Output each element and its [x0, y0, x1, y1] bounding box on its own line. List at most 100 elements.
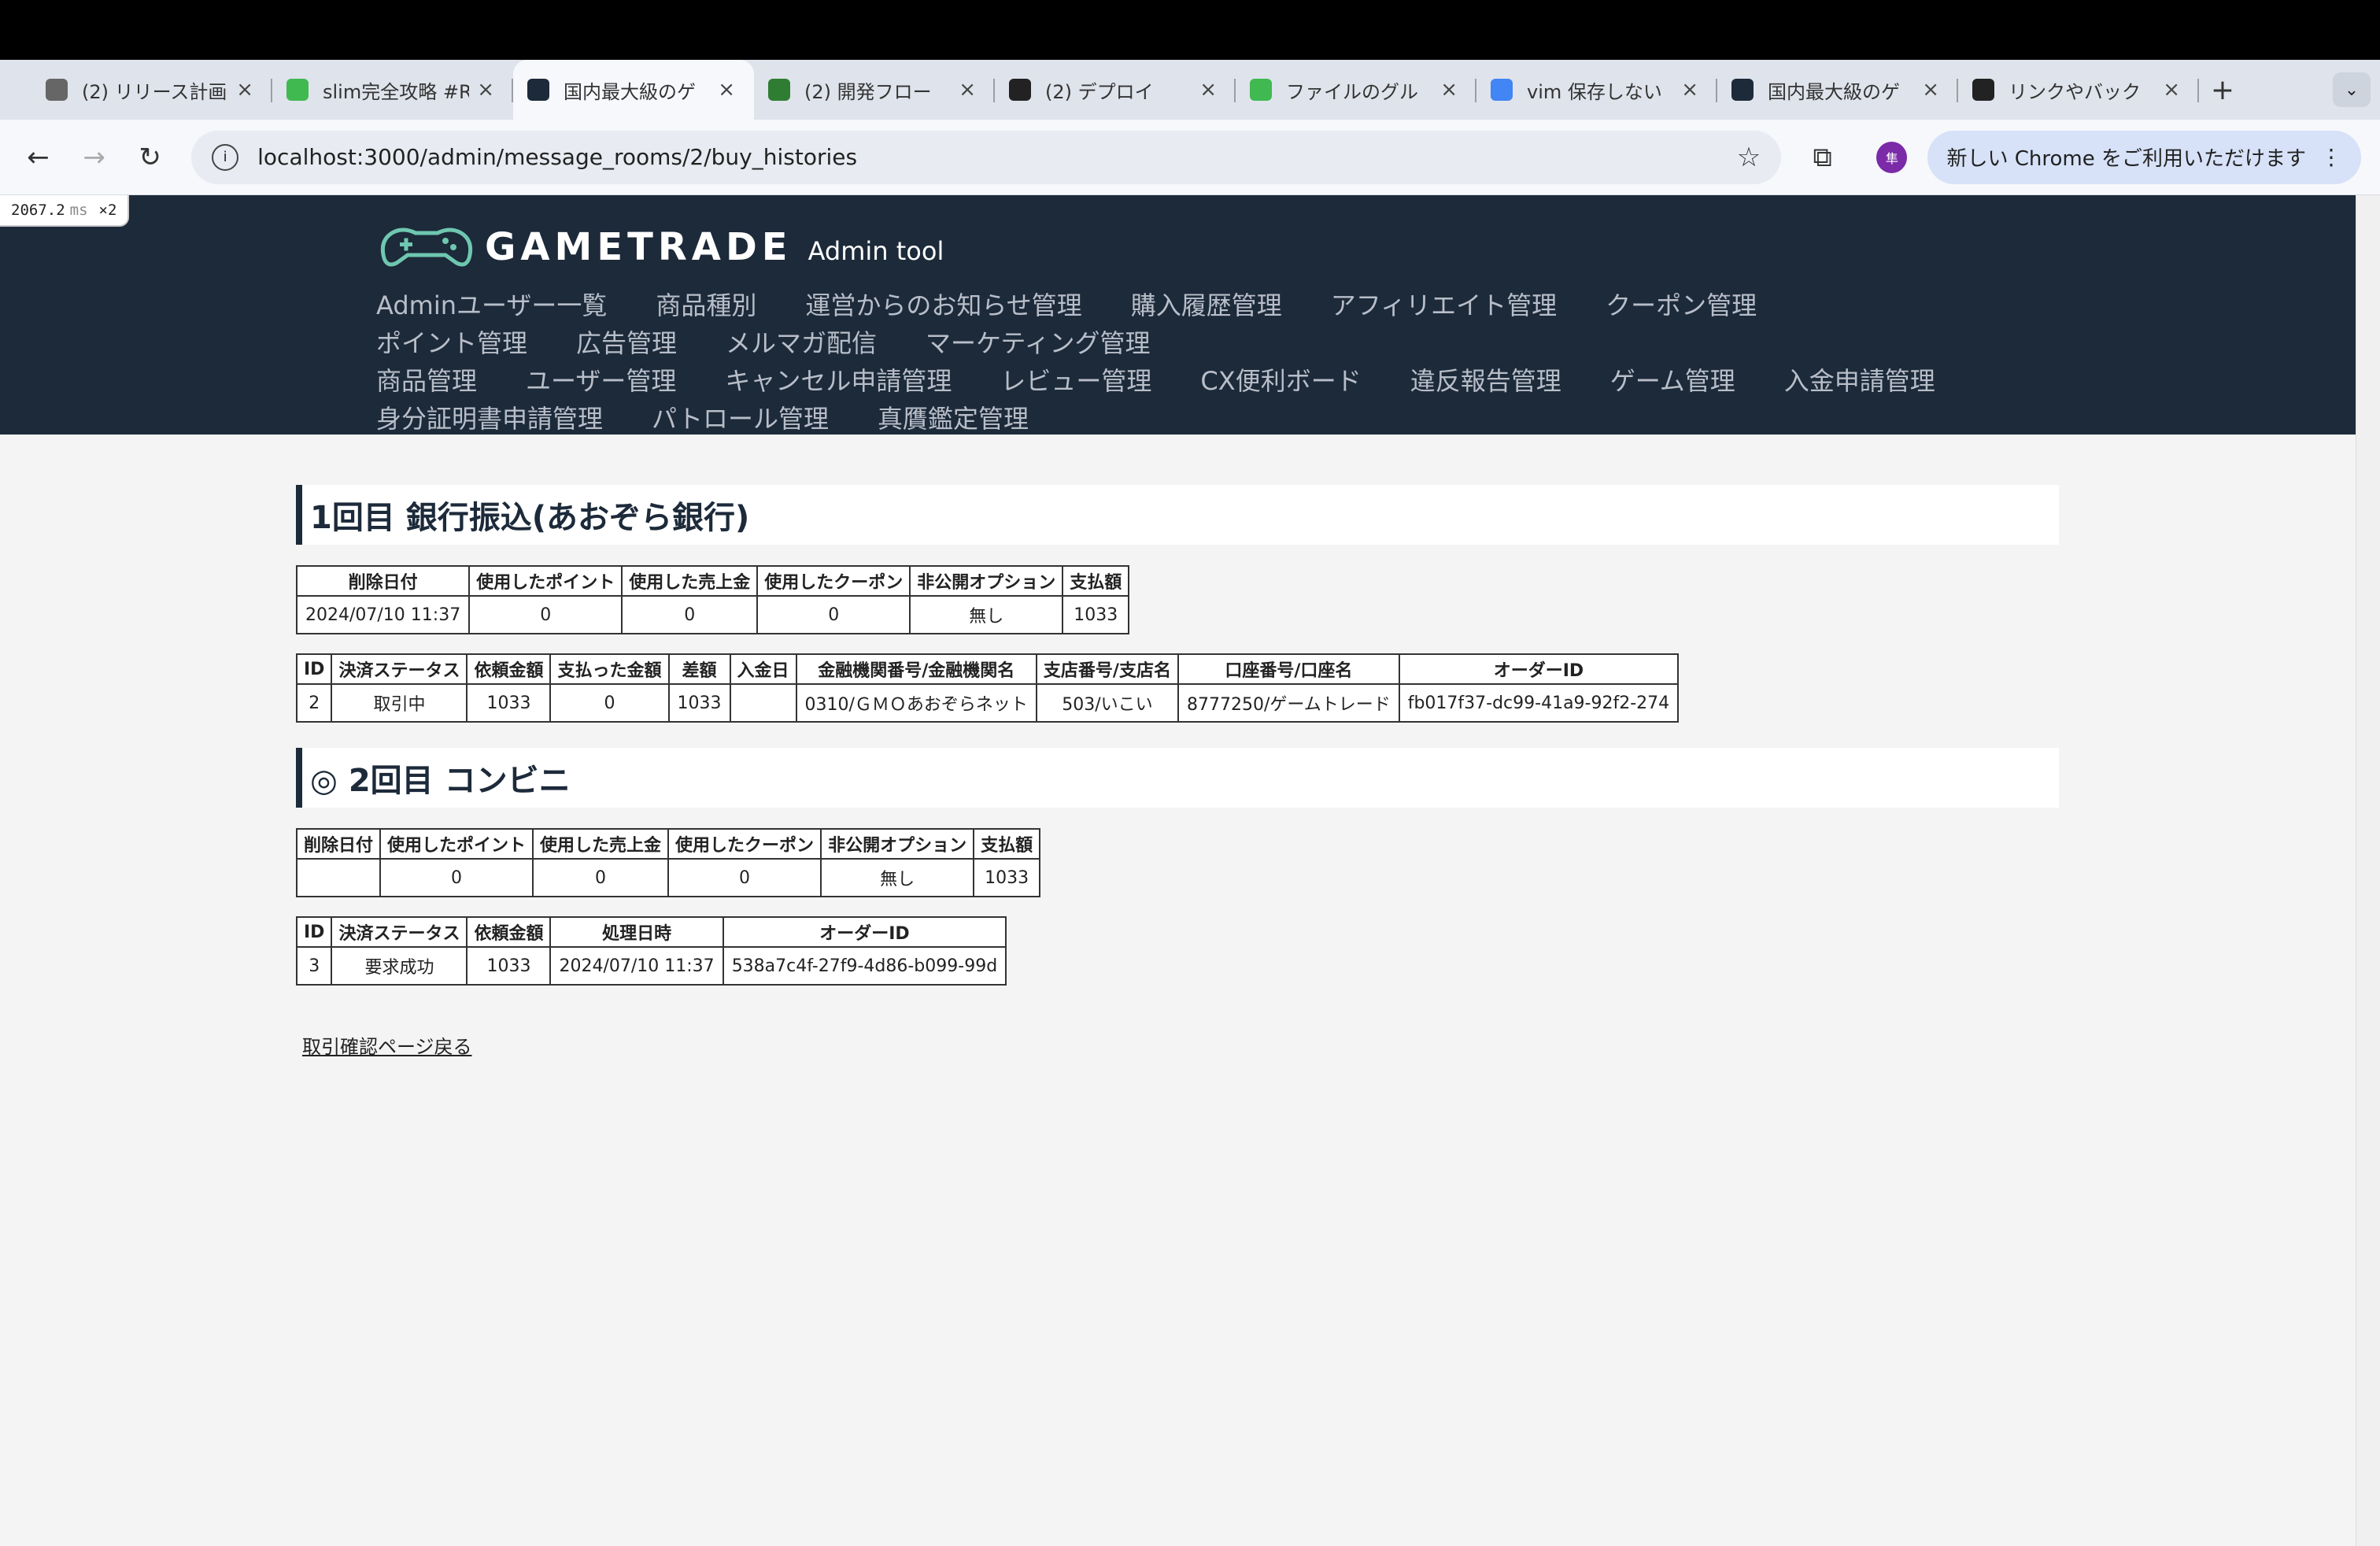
table-row: 0 0 0 無し 1033: [295, 858, 1041, 897]
column-header: 金融機関番号/金融機関名: [795, 653, 1037, 685]
browser-tab[interactable]: vim 保存しない ×: [1476, 60, 1717, 120]
address-bar[interactable]: i localhost:3000/admin/message_rooms/2/b…: [191, 130, 1782, 184]
detail-table: ID 決済ステータス 依頼金額 処理日時 オーダーID 3 要求成功 1033 2024/07/…: [295, 916, 1007, 986]
site-info-icon[interactable]: i: [212, 143, 239, 171]
table-cell: 1033: [973, 858, 1041, 897]
column-header: 入金日: [729, 653, 797, 685]
nav-link[interactable]: 商品管理: [376, 361, 477, 398]
nav-link[interactable]: 広告管理: [576, 324, 677, 360]
table-cell: 0: [621, 595, 759, 634]
back-link[interactable]: 取引確認ページ戻る: [302, 1031, 472, 1059]
column-header: ID: [295, 653, 333, 685]
back-arrow-icon[interactable]: ←: [19, 138, 57, 177]
nav-link[interactable]: マーケティング管理: [926, 324, 1150, 360]
nav-link[interactable]: ユーザー管理: [526, 361, 676, 398]
nav-link[interactable]: メルマガ配信: [726, 324, 877, 360]
kebab-menu-icon[interactable]: ⋮: [2320, 144, 2342, 170]
forward-arrow-icon[interactable]: →: [75, 138, 113, 177]
nav-link[interactable]: Adminユーザー一覧: [376, 286, 607, 322]
tab-separator: [2197, 79, 2199, 102]
tab-close-icon[interactable]: ×: [477, 78, 494, 102]
table-header-row: ID 決済ステータス 依頼金額 支払った金額 差額 入金日 金融機関番号/金融機関名 支店番号…: [295, 653, 1680, 685]
table-row: 3 要求成功 1033 2024/07/10 11:37 538a7c4f-27f9-4…: [295, 946, 1007, 986]
browser-tab[interactable]: 国内最大級のゲ ×: [513, 60, 754, 120]
nav-link[interactable]: CX便利ボード: [1200, 361, 1361, 398]
nav-link[interactable]: 身分証明書申請管理: [376, 399, 603, 435]
brand-name: GAMETRADE: [485, 225, 793, 269]
nav-link[interactable]: クーポン管理: [1606, 286, 1757, 322]
column-header: 使用したクーポン: [667, 828, 822, 860]
summary-table: 削除日付 使用したポイント 使用した売上金 使用したクーポン 非公開オプション 支払額 20…: [295, 565, 1130, 634]
bookmark-star-icon[interactable]: ☆: [1737, 142, 1761, 173]
browser-tab[interactable]: 国内最大級のゲ ×: [1717, 60, 1958, 120]
url-text[interactable]: localhost:3000/admin/message_rooms/2/buy…: [257, 144, 1737, 170]
table-cell: 1033: [1062, 595, 1130, 634]
nav-row: 商品管理 ユーザー管理 キャンセル申請管理 レビュー管理 CX便利ボード 違反報告管理 ゲー…: [376, 361, 2029, 398]
table-cell: [729, 683, 797, 723]
reload-icon[interactable]: ↻: [131, 138, 169, 177]
table-cell: 2024/07/10 11:37: [295, 595, 471, 634]
new-tab-button[interactable]: +: [2199, 60, 2246, 120]
nav-link[interactable]: 違反報告管理: [1410, 361, 1561, 398]
column-header: 差額: [667, 653, 731, 685]
column-header: 使用したクーポン: [756, 565, 911, 597]
column-header: 口座番号/口座名: [1177, 653, 1400, 685]
scrollbar[interactable]: [2356, 195, 2380, 1546]
nav-link[interactable]: アフィリエイト管理: [1331, 286, 1557, 322]
table-row: 2 取引中 1033 0 1033 0310/ＧＭＯあおぞらネット 503/いこい 87772…: [295, 683, 1680, 723]
nav-link[interactable]: 商品種別: [656, 286, 756, 322]
chrome-update-button[interactable]: 新しい Chrome をご利用いただけます ⋮: [1927, 130, 2361, 184]
tab-close-icon[interactable]: ×: [718, 78, 735, 102]
nav-row: ポイント管理 広告管理 メルマガ配信 マーケティング管理: [376, 323, 2029, 361]
nav-link[interactable]: 購入履歴管理: [1131, 286, 1282, 322]
admin-nav: Adminユーザー一覧 商品種別 運営からのお知らせ管理 購入履歴管理 アフィリエイト管…: [376, 285, 2029, 436]
tab-favicon-icon: [1491, 79, 1513, 101]
table-header-row: ID 決済ステータス 依頼金額 処理日時 オーダーID: [295, 916, 1007, 948]
browser-tab[interactable]: (2) 開発フロー ×: [754, 60, 995, 120]
page-viewport: 2067.2 ms ×2 GAMETRADE Admin tool Adminユ…: [0, 195, 2380, 1546]
column-header: 使用した売上金: [532, 828, 670, 860]
browser-tab[interactable]: (2) リリース計画 ×: [31, 60, 272, 120]
nav-link[interactable]: 真贋鑑定管理: [878, 399, 1029, 435]
column-header: 決済ステータス: [331, 916, 468, 948]
nav-link[interactable]: ゲーム管理: [1610, 361, 1735, 398]
tab-favicon-icon: [1250, 79, 1272, 101]
table-header-row: 削除日付 使用したポイント 使用した売上金 使用したクーポン 非公開オプション 支払額: [295, 828, 1041, 860]
tab-search-dropdown-icon[interactable]: ⌄: [2333, 72, 2371, 107]
perf-multiplier: ×2: [98, 202, 117, 219]
nav-link[interactable]: ポイント管理: [376, 324, 527, 360]
table-header-row: 削除日付 使用したポイント 使用した売上金 使用したクーポン 非公開オプション 支払額: [295, 565, 1130, 597]
tab-title: リンクやバック: [2009, 80, 2141, 103]
table-row: 2024/07/10 11:37 0 0 0 無し 1033: [295, 595, 1130, 634]
extensions-puzzle-icon[interactable]: ⧉: [1803, 142, 1842, 173]
column-header: 依頼金額: [466, 653, 552, 685]
tab-close-icon[interactable]: ×: [1440, 78, 1458, 102]
nav-link[interactable]: 運営からのお知らせ管理: [805, 286, 1081, 322]
tab-close-icon[interactable]: ×: [1681, 78, 1698, 102]
tab-favicon-icon: [1972, 79, 1994, 101]
nav-link[interactable]: パトロール管理: [652, 399, 829, 435]
brand-subtitle: Admin tool: [808, 236, 944, 266]
table-cell: 0: [532, 858, 670, 897]
tab-close-icon[interactable]: ×: [1922, 78, 1939, 102]
table-cell: 取引中: [331, 683, 468, 723]
column-header: 非公開オプション: [909, 565, 1064, 597]
nav-link[interactable]: 入金申請管理: [1784, 361, 1935, 398]
window-top-bar: [0, 0, 2380, 60]
tab-close-icon[interactable]: ×: [2163, 78, 2180, 102]
nav-link[interactable]: レビュー管理: [1000, 361, 1151, 398]
tab-title: (2) 開発フロー: [804, 80, 932, 103]
tab-close-icon[interactable]: ×: [959, 78, 976, 102]
tab-favicon-icon: [46, 79, 68, 101]
detail-table: ID 決済ステータス 依頼金額 支払った金額 差額 入金日 金融機関番号/金融機関名 支店番号…: [295, 653, 1680, 723]
browser-tab[interactable]: slim完全攻略 #R ×: [272, 60, 513, 120]
nav-link[interactable]: キャンセル申請管理: [725, 361, 952, 398]
tab-close-icon[interactable]: ×: [1199, 78, 1217, 102]
column-header: ID: [295, 916, 333, 948]
browser-tab[interactable]: (2) デプロイ ×: [995, 60, 1236, 120]
browser-tab[interactable]: リンクやバック ×: [1958, 60, 2199, 120]
profile-avatar[interactable]: 隼: [1876, 141, 1908, 173]
brand[interactable]: GAMETRADE Admin tool: [376, 222, 2380, 272]
browser-tab[interactable]: ファイルのグル ×: [1236, 60, 1476, 120]
tab-close-icon[interactable]: ×: [236, 78, 253, 102]
